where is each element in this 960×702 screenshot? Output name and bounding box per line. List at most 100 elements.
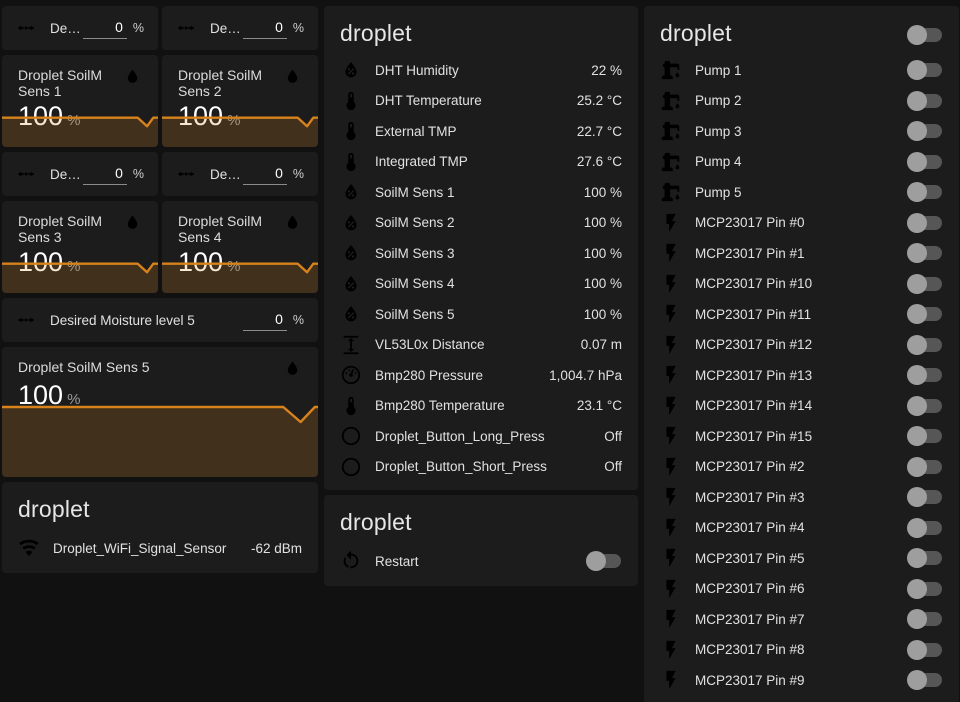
switch-row[interactable]: MCP23017 Pin #14 bbox=[644, 391, 959, 422]
soil-sensor-card-5[interactable]: Droplet SoilM Sens 5 100% bbox=[2, 347, 318, 477]
sensor-row[interactable]: Droplet_Button_Short_Press Off bbox=[324, 452, 638, 483]
entity-label: MCP23017 Pin #12 bbox=[695, 337, 907, 352]
switch-row[interactable]: Pump 5 bbox=[644, 177, 959, 208]
sensor-row[interactable]: Droplet_Button_Long_Press Off bbox=[324, 421, 638, 452]
entity-label: MCP23017 Pin #6 bbox=[695, 581, 907, 596]
sensor-row[interactable]: SoilM Sens 5 100 % bbox=[324, 299, 638, 330]
switch-row[interactable]: MCP23017 Pin #2 bbox=[644, 452, 959, 483]
soil-sensor-card-1[interactable]: Droplet SoilM Sens 1 100% bbox=[2, 55, 158, 147]
thermometer-icon bbox=[340, 120, 362, 142]
entity-toggle[interactable] bbox=[907, 304, 943, 324]
entity-toggle[interactable] bbox=[907, 396, 943, 416]
entity-label: MCP23017 Pin #11 bbox=[695, 307, 907, 322]
entity-label: Bmp280 Temperature bbox=[375, 398, 569, 413]
entity-label: Pump 3 bbox=[695, 124, 907, 139]
sensor-row[interactable]: DHT Temperature 25.2 °C bbox=[324, 86, 638, 117]
wifi-signal-row[interactable]: Droplet_WiFi_Signal_Sensor -62 dBm bbox=[2, 531, 318, 565]
entity-toggle[interactable] bbox=[907, 335, 943, 355]
sensor-name: Droplet SoilM Sens 3 bbox=[18, 213, 123, 245]
entity-toggle[interactable] bbox=[907, 121, 943, 141]
entity-label: SoilM Sens 3 bbox=[375, 246, 576, 261]
input-label: Desired … bbox=[50, 21, 83, 36]
desired-moisture-input-3[interactable]: 0 bbox=[83, 163, 127, 185]
desired-moisture-input-2[interactable]: 0 bbox=[243, 17, 287, 39]
sensor-row[interactable]: SoilM Sens 3 100 % bbox=[324, 238, 638, 269]
switch-row[interactable]: MCP23017 Pin #8 bbox=[644, 635, 959, 666]
switch-row[interactable]: MCP23017 Pin #15 bbox=[644, 421, 959, 452]
card-title: droplet bbox=[2, 482, 318, 531]
thermometer-icon bbox=[340, 395, 362, 417]
entity-toggle[interactable] bbox=[907, 518, 943, 538]
entity-toggle[interactable] bbox=[907, 457, 943, 477]
entity-toggle[interactable] bbox=[907, 213, 943, 233]
entity-toggle[interactable] bbox=[907, 670, 943, 690]
entity-label: MCP23017 Pin #15 bbox=[695, 429, 907, 444]
soil-sensor-card-3[interactable]: Droplet SoilM Sens 3 100% bbox=[2, 201, 158, 293]
soil-sensor-card-2[interactable]: Droplet SoilM Sens 2 100% bbox=[162, 55, 318, 147]
switch-row[interactable]: Pump 4 bbox=[644, 147, 959, 178]
switch-row[interactable]: MCP23017 Pin #12 bbox=[644, 330, 959, 361]
entity-toggle[interactable] bbox=[907, 609, 943, 629]
right-column: droplet Pump 1 Pump 2 bbox=[644, 6, 959, 702]
water-icon bbox=[283, 359, 302, 378]
switch-row[interactable]: MCP23017 Pin #10 bbox=[644, 269, 959, 300]
entity-toggle[interactable] bbox=[907, 274, 943, 294]
desired-moisture-input-1[interactable]: 0 bbox=[83, 17, 127, 39]
entity-label: Integrated TMP bbox=[375, 154, 569, 169]
sensor-row[interactable]: External TMP 22.7 °C bbox=[324, 116, 638, 147]
flash-icon bbox=[660, 456, 682, 478]
unit-label: % bbox=[133, 167, 144, 181]
switch-row[interactable]: Pump 3 bbox=[644, 116, 959, 147]
sensor-row[interactable]: Integrated TMP 27.6 °C bbox=[324, 147, 638, 178]
desired-moisture-input-4[interactable]: 0 bbox=[243, 163, 287, 185]
sensor-row[interactable]: Bmp280 Temperature 23.1 °C bbox=[324, 391, 638, 422]
entity-toggle[interactable] bbox=[907, 91, 943, 111]
entity-toggle[interactable] bbox=[907, 487, 943, 507]
soil-sensor-card-4[interactable]: Droplet SoilM Sens 4 100% bbox=[162, 201, 318, 293]
entity-toggle[interactable] bbox=[907, 365, 943, 385]
switch-row[interactable]: MCP23017 Pin #4 bbox=[644, 513, 959, 544]
entity-label: SoilM Sens 5 bbox=[375, 307, 576, 322]
flash-icon bbox=[660, 395, 682, 417]
switch-row[interactable]: Pump 1 bbox=[644, 55, 959, 86]
entity-toggle[interactable] bbox=[907, 60, 943, 80]
entity-toggle[interactable] bbox=[907, 243, 943, 263]
switch-row[interactable]: MCP23017 Pin #5 bbox=[644, 543, 959, 574]
switch-row[interactable]: MCP23017 Pin #3 bbox=[644, 482, 959, 513]
entity-label: Pump 2 bbox=[695, 93, 907, 108]
entity-toggle[interactable] bbox=[907, 579, 943, 599]
sensor-row[interactable]: VL53L0x Distance 0.07 m bbox=[324, 330, 638, 361]
entity-toggle[interactable] bbox=[907, 152, 943, 172]
entity-label: MCP23017 Pin #14 bbox=[695, 398, 907, 413]
switch-row[interactable]: MCP23017 Pin #11 bbox=[644, 299, 959, 330]
entity-toggle[interactable] bbox=[907, 640, 943, 660]
entity-toggle[interactable] bbox=[907, 426, 943, 446]
switch-row[interactable]: MCP23017 Pin #13 bbox=[644, 360, 959, 391]
sensor-name: Droplet SoilM Sens 4 bbox=[178, 213, 283, 245]
desired-moisture-input-5[interactable]: 0 bbox=[243, 309, 287, 331]
sensor-row[interactable]: SoilM Sens 1 100 % bbox=[324, 177, 638, 208]
flash-icon bbox=[660, 608, 682, 630]
switch-row[interactable]: MCP23017 Pin #9 bbox=[644, 665, 959, 696]
sensor-row[interactable]: DHT Humidity 22 % bbox=[324, 55, 638, 86]
master-toggle[interactable] bbox=[907, 25, 943, 45]
restart-toggle[interactable] bbox=[586, 551, 622, 571]
sensor-row[interactable]: SoilM Sens 2 100 % bbox=[324, 208, 638, 239]
entity-label: Droplet_WiFi_Signal_Sensor bbox=[53, 541, 243, 556]
water-percent-icon bbox=[340, 242, 362, 264]
restart-row[interactable]: Restart bbox=[324, 544, 638, 578]
switch-row[interactable]: Pump 2 bbox=[644, 86, 959, 117]
flash-icon bbox=[660, 303, 682, 325]
card-title: droplet bbox=[644, 6, 907, 55]
sensor-row[interactable]: Bmp280 Pressure 1,004.7 hPa bbox=[324, 360, 638, 391]
entity-toggle[interactable] bbox=[907, 548, 943, 568]
switch-row[interactable]: MCP23017 Pin #1 bbox=[644, 238, 959, 269]
entity-value: Off bbox=[604, 429, 622, 444]
sensor-row[interactable]: SoilM Sens 4 100 % bbox=[324, 269, 638, 300]
switch-row[interactable]: MCP23017 Pin #6 bbox=[644, 574, 959, 605]
entity-value: 22.7 °C bbox=[577, 124, 622, 139]
switch-row[interactable]: MCP23017 Pin #7 bbox=[644, 604, 959, 635]
thermometer-icon bbox=[340, 90, 362, 112]
switch-row[interactable]: MCP23017 Pin #0 bbox=[644, 208, 959, 239]
entity-toggle[interactable] bbox=[907, 182, 943, 202]
